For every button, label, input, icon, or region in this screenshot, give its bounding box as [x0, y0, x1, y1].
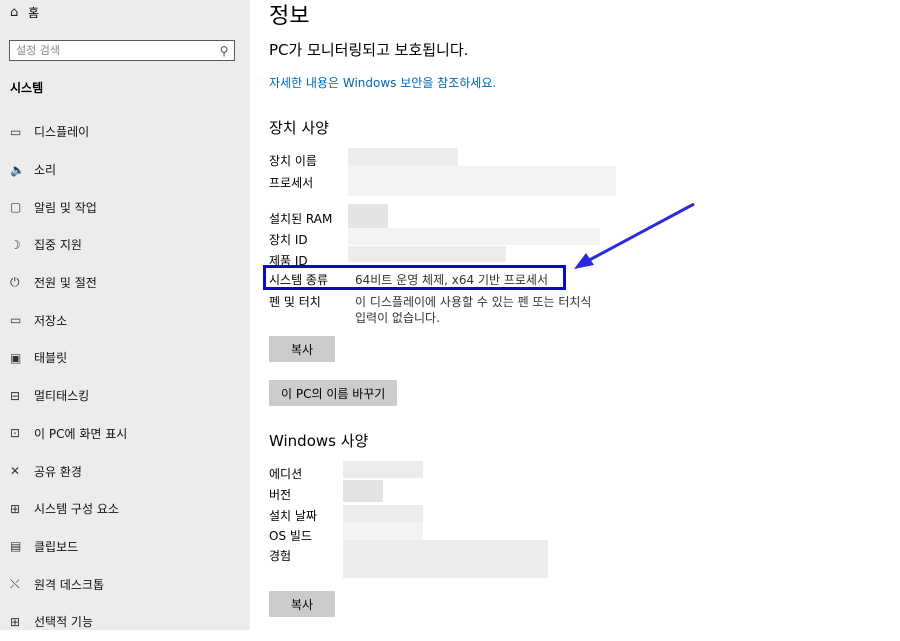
rename-pc-button[interactable]: 이 PC의 이름 바꾸기	[269, 380, 398, 406]
os-build-label: OS 빌드	[269, 529, 312, 543]
edition-label: 에디션	[269, 467, 303, 481]
redacted-experience	[343, 540, 548, 578]
sidebar-item-remote-desktop[interactable]: ⤬ 원격 데스크톱	[0, 565, 250, 603]
sidebar-home[interactable]: ⌂ 홈	[10, 4, 39, 21]
redacted-ram	[348, 204, 388, 228]
moon-icon: ☽	[10, 237, 21, 252]
project-icon: ⊡	[10, 426, 21, 441]
redacted-processor	[348, 166, 616, 196]
processor-label: 프로세서	[269, 176, 314, 190]
components-icon: ⊞	[10, 501, 21, 516]
sidebar-item-display[interactable]: ▭ 디스플레이	[0, 113, 250, 151]
home-label: 홈	[28, 6, 40, 20]
copy-windows-specs-button[interactable]: 복사	[269, 591, 336, 617]
sidebar: ⌂ 홈 ⚲ 시스템 ▭ 디스플레이 🔈 소리 ▢ 알림 및 작업 ☽ 집중 지원…	[0, 0, 250, 630]
sidebar-item-components[interactable]: ⊞ 시스템 구성 요소	[0, 490, 250, 528]
windows-security-link[interactable]: 자세한 내용은 Windows 보안을 참조하세요.	[269, 74, 496, 91]
protection-status: PC가 모니터링되고 보호됩니다.	[269, 41, 469, 59]
sidebar-item-label: 공유 환경	[34, 464, 82, 479]
sidebar-item-shared[interactable]: ✕ 공유 환경	[0, 452, 250, 490]
clipboard-icon: ▤	[10, 539, 22, 554]
sidebar-item-label: 알림 및 작업	[34, 200, 97, 215]
storage-icon: ▭	[10, 313, 22, 328]
monitor-icon: ▭	[10, 124, 22, 139]
redacted-product-id	[348, 246, 506, 262]
remote-desktop-icon: ⤬	[10, 576, 20, 591]
search-box[interactable]: ⚲	[9, 40, 235, 61]
main-content: 정보 PC가 모니터링되고 보호됩니다. 자세한 내용은 Windows 보안을…	[269, 0, 889, 630]
device-specs-heading: 장치 사양	[269, 119, 329, 137]
sidebar-item-label: 저장소	[34, 313, 68, 328]
sidebar-item-sound[interactable]: 🔈 소리	[0, 151, 250, 189]
shared-experiences-icon: ✕	[10, 464, 21, 479]
sidebar-section-title: 시스템	[10, 81, 44, 95]
device-name-label: 장치 이름	[269, 154, 317, 168]
experience-label: 경험	[269, 549, 292, 563]
ram-label: 설치된 RAM	[269, 212, 333, 226]
multitasking-icon: ⊟	[10, 388, 21, 403]
pen-touch-label: 펜 및 터치	[269, 295, 321, 309]
notification-icon: ▢	[10, 200, 22, 215]
sidebar-item-label: 전원 및 절전	[34, 276, 97, 291]
search-icon[interactable]: ⚲	[214, 44, 234, 58]
device-id-label: 장치 ID	[269, 233, 308, 247]
home-icon: ⌂	[10, 5, 19, 20]
pen-touch-value-line1: 이 디스플레이에 사용할 수 있는 펜 또는 터치식	[355, 295, 592, 309]
sidebar-item-project[interactable]: ⊡ 이 PC에 화면 표시	[0, 415, 250, 453]
sidebar-item-optional-features[interactable]: ⊞ 선택적 기능	[0, 603, 250, 641]
sidebar-item-notifications[interactable]: ▢ 알림 및 작업	[0, 188, 250, 226]
sidebar-item-storage[interactable]: ▭ 저장소	[0, 301, 250, 339]
sidebar-item-label: 원격 데스크톱	[34, 577, 105, 592]
redacted-install-date	[343, 505, 423, 522]
install-date-label: 설치 날짜	[269, 509, 317, 523]
optional-features-icon: ⊞	[10, 614, 21, 629]
sidebar-item-power[interactable]: ⏻ 전원 및 절전	[0, 264, 250, 302]
redacted-edition	[343, 461, 423, 478]
page-title: 정보	[269, 4, 310, 29]
power-icon: ⏻	[10, 275, 20, 290]
sidebar-item-multitasking[interactable]: ⊟ 멀티태스킹	[0, 377, 250, 415]
tablet-icon: ▣	[10, 350, 22, 365]
sidebar-item-label: 소리	[34, 163, 57, 178]
sidebar-item-label: 집중 지원	[34, 238, 82, 253]
redacted-os-build	[343, 522, 423, 540]
sidebar-item-label: 이 PC에 화면 표시	[34, 426, 128, 441]
search-input[interactable]	[10, 44, 214, 57]
copy-device-specs-button[interactable]: 복사	[269, 336, 336, 362]
redacted-device-name	[348, 148, 458, 166]
sidebar-item-label: 시스템 구성 요소	[34, 502, 119, 517]
sidebar-item-label: 태블릿	[34, 351, 68, 366]
sidebar-item-label: 디스플레이	[34, 125, 90, 140]
sidebar-item-tablet[interactable]: ▣ 태블릿	[0, 339, 250, 377]
sidebar-item-focus-assist[interactable]: ☽ 집중 지원	[0, 226, 250, 264]
version-label: 버전	[269, 488, 292, 502]
sidebar-item-label: 선택적 기능	[34, 615, 94, 630]
annotation-highlight-box	[263, 265, 566, 290]
windows-specs-heading: Windows 사양	[269, 432, 369, 450]
speaker-icon: 🔈	[10, 162, 25, 177]
sidebar-item-label: 클립보드	[34, 539, 79, 554]
pen-touch-value-line2: 입력이 없습니다.	[355, 311, 440, 325]
sidebar-item-clipboard[interactable]: ▤ 클립보드	[0, 528, 250, 566]
redacted-version	[343, 480, 383, 502]
annotation-arrow	[574, 202, 695, 269]
sidebar-item-label: 멀티태스킹	[34, 389, 90, 404]
sidebar-nav: ▭ 디스플레이 🔈 소리 ▢ 알림 및 작업 ☽ 집중 지원 ⏻ 전원 및 절전…	[0, 113, 250, 641]
